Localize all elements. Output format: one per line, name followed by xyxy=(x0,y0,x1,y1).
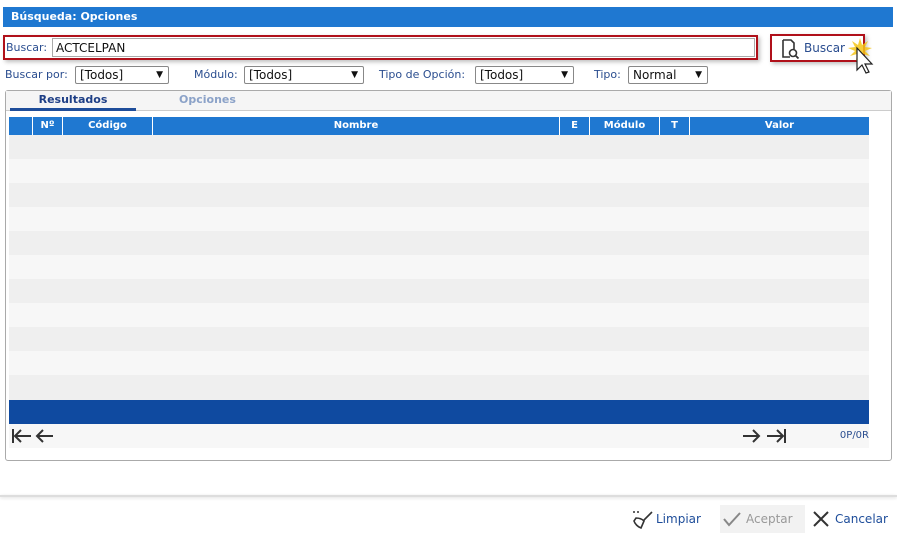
buscar-por-label: Buscar por: xyxy=(5,68,68,81)
modulo-select[interactable]: [Todos] ▼ xyxy=(244,66,364,84)
cancelar-button[interactable]: Cancelar xyxy=(810,505,888,533)
empty-row xyxy=(9,303,869,327)
tipo-value: Normal xyxy=(633,68,677,82)
table-header: Nº Código Nombre E Módulo T Valor xyxy=(9,117,869,135)
column-header-modulo[interactable]: Módulo xyxy=(590,117,660,135)
next-page-icon[interactable] xyxy=(741,428,761,444)
table-footer xyxy=(9,400,869,424)
empty-row xyxy=(9,351,869,375)
pager-info: 0P/0R xyxy=(839,430,869,441)
search-button-label: Buscar xyxy=(804,41,845,55)
search-box: Buscar: xyxy=(3,35,758,60)
aceptar-button[interactable]: Aceptar xyxy=(720,505,805,533)
column-header-nombre[interactable]: Nombre xyxy=(153,117,560,135)
column-header-t[interactable]: T xyxy=(660,117,690,135)
empty-row xyxy=(9,135,869,159)
table-body xyxy=(9,135,869,400)
cancelar-label: Cancelar xyxy=(835,512,888,526)
column-header-codigo[interactable]: Código xyxy=(63,117,153,135)
limpiar-label: Limpiar xyxy=(656,512,701,526)
search-input[interactable] xyxy=(52,38,755,57)
tipo-opcion-label: Tipo de Opción: xyxy=(379,68,466,81)
checkmark-icon xyxy=(723,512,741,527)
buscar-por-value: [Todos] xyxy=(80,68,124,82)
tipo-opcion-value: [Todos] xyxy=(480,68,524,82)
column-header-numero[interactable]: Nº xyxy=(33,117,63,135)
tipo-select[interactable]: Normal ▼ xyxy=(628,66,708,84)
chevron-down-icon: ▼ xyxy=(695,70,702,80)
dialog-title: Búsqueda: Opciones xyxy=(3,7,893,27)
limpiar-button[interactable]: Limpiar xyxy=(630,505,701,533)
tipo-label: Tipo: xyxy=(594,68,621,81)
column-header-select[interactable] xyxy=(9,117,33,135)
close-icon xyxy=(813,511,829,527)
empty-row xyxy=(9,159,869,183)
empty-row xyxy=(9,279,869,303)
modulo-value: [Todos] xyxy=(249,68,293,82)
last-page-icon[interactable] xyxy=(765,428,787,444)
tab-resultados[interactable]: Resultados xyxy=(10,93,136,111)
empty-row xyxy=(9,231,869,255)
chevron-down-icon: ▼ xyxy=(156,70,163,80)
footer-divider xyxy=(0,495,897,497)
column-header-valor[interactable]: Valor xyxy=(690,117,869,135)
tab-opciones[interactable]: Opciones xyxy=(140,93,275,106)
empty-row xyxy=(9,183,869,207)
chevron-down-icon: ▼ xyxy=(561,70,568,80)
search-document-icon xyxy=(782,39,800,59)
previous-page-icon[interactable] xyxy=(35,428,55,444)
empty-row xyxy=(9,207,869,231)
pager: 0P/0R xyxy=(9,424,869,448)
empty-row xyxy=(9,255,869,279)
first-page-icon[interactable] xyxy=(11,428,33,444)
empty-row xyxy=(9,327,869,351)
buscar-por-select[interactable]: [Todos] ▼ xyxy=(75,66,169,84)
column-header-e[interactable]: E xyxy=(560,117,590,135)
chevron-down-icon: ▼ xyxy=(351,70,358,80)
modulo-label: Módulo: xyxy=(194,68,238,81)
empty-row xyxy=(9,375,869,400)
search-label: Buscar: xyxy=(6,41,48,54)
tab-bar xyxy=(6,91,891,111)
mouse-cursor-icon xyxy=(848,38,874,74)
tipo-opcion-select[interactable]: [Todos] ▼ xyxy=(475,66,574,84)
broom-icon xyxy=(633,511,653,529)
aceptar-label: Aceptar xyxy=(746,512,793,526)
